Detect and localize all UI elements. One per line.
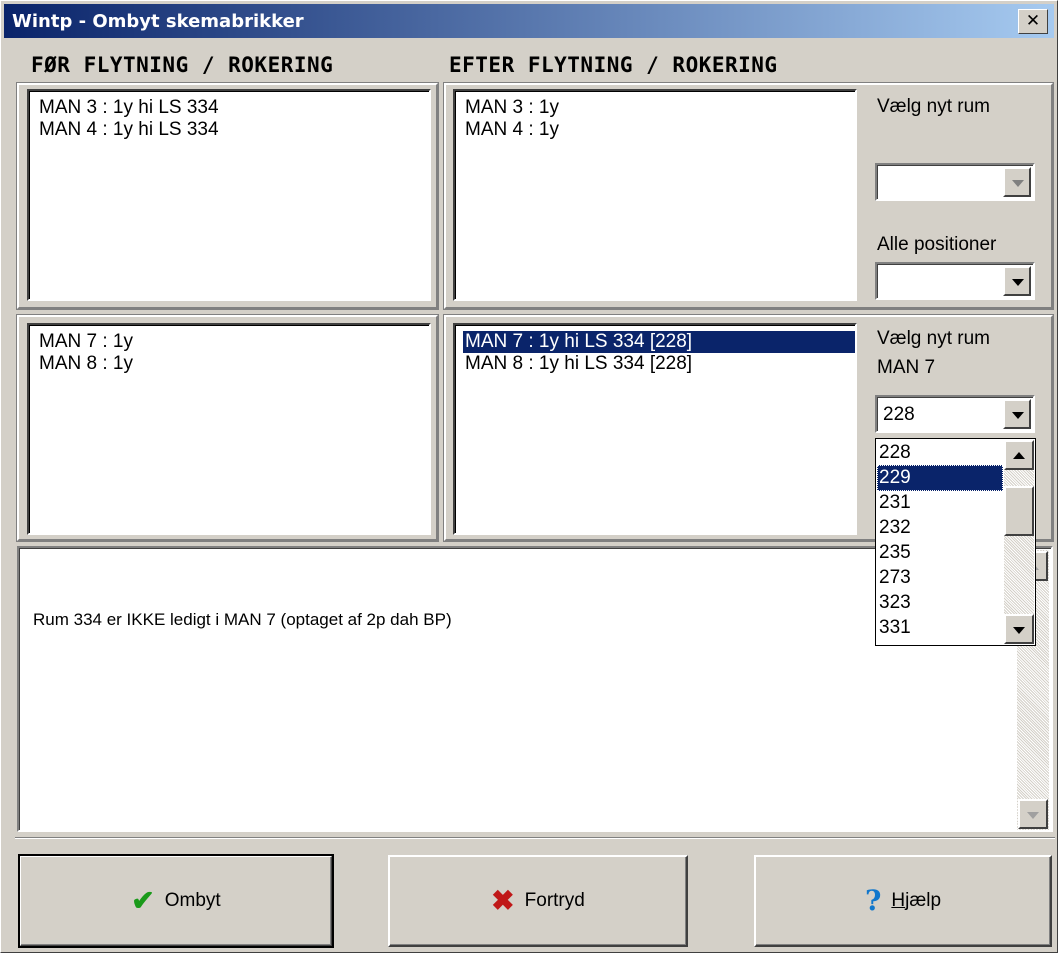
- list-item-selected[interactable]: MAN 7 : 1y hi LS 334 [228]: [463, 331, 855, 353]
- top-after-list[interactable]: MAN 3 : 1y MAN 4 : 1y: [453, 89, 857, 301]
- chevron-down-icon[interactable]: [1003, 399, 1031, 429]
- after-header: EFTER FLYTNING / ROKERING: [449, 53, 778, 77]
- choose-room-label-bottom: Vælg nyt rum: [877, 328, 990, 349]
- dropdown-option[interactable]: 273: [877, 565, 1003, 591]
- cancel-button-label: Fortryd: [524, 890, 585, 911]
- top-before-list[interactable]: MAN 3 : 1y hi LS 334 MAN 4 : 1y hi LS 33…: [27, 89, 431, 301]
- message-text: Rum 334 er IKKE ledigt i MAN 7 (optaget …: [33, 610, 452, 629]
- dropdown-option[interactable]: 232: [877, 515, 1003, 541]
- dropdown-option[interactable]: 323: [877, 590, 1003, 616]
- choose-room-label-top: Vælg nyt rum: [877, 96, 990, 117]
- list-item[interactable]: MAN 3 : 1y hi LS 334: [39, 97, 429, 119]
- dropdown-option[interactable]: 231: [877, 490, 1003, 516]
- cross-icon: ✖: [491, 885, 515, 916]
- chevron-down-icon[interactable]: [1003, 167, 1031, 197]
- dropdown-option[interactable]: 228: [877, 440, 1003, 466]
- dropdown-option[interactable]: 235: [877, 540, 1003, 566]
- positions-select[interactable]: [875, 262, 1035, 300]
- cancel-button[interactable]: ✖ Fortryd: [388, 855, 688, 947]
- help-button[interactable]: ? Hjælp: [754, 855, 1052, 947]
- divider: [15, 837, 1055, 839]
- day-label: MAN 7: [877, 357, 936, 378]
- room-select-bottom[interactable]: 228: [875, 395, 1035, 433]
- bottom-before-list[interactable]: MAN 7 : 1y MAN 8 : 1y: [27, 323, 431, 535]
- check-icon: ✔: [131, 885, 155, 916]
- scroll-thumb[interactable]: [1004, 486, 1034, 536]
- scroll-up-button[interactable]: [1004, 440, 1034, 470]
- scroll-down-button[interactable]: [1004, 614, 1034, 644]
- list-item[interactable]: MAN 4 : 1y hi LS 334: [39, 119, 429, 141]
- scroll-down-button[interactable]: [1018, 799, 1048, 829]
- title-bar[interactable]: Wintp - Ombyt skemabrikker ✕: [4, 4, 1054, 38]
- dialog-window: Wintp - Ombyt skemabrikker ✕ FØR FLYTNIN…: [0, 0, 1058, 953]
- chevron-down-icon[interactable]: [1003, 266, 1031, 296]
- dropdown-option[interactable]: 331: [877, 615, 1003, 641]
- list-item[interactable]: MAN 8 : 1y: [39, 353, 429, 375]
- list-item[interactable]: MAN 8 : 1y hi LS 334 [228]: [465, 353, 855, 375]
- dropdown-scrollbar[interactable]: [1004, 440, 1034, 644]
- all-positions-label: Alle positioner: [877, 234, 997, 255]
- help-icon: ?: [864, 884, 882, 917]
- before-header: FØR FLYTNING / ROKERING: [31, 53, 334, 77]
- list-item[interactable]: MAN 4 : 1y: [465, 119, 855, 141]
- window-title: Wintp - Ombyt skemabrikker: [12, 11, 304, 32]
- room-dropdown-list[interactable]: 228 229 231 232 235 273 323 331: [875, 438, 1036, 646]
- close-button[interactable]: ✕: [1018, 9, 1048, 34]
- swap-button-label: Ombyt: [164, 890, 221, 911]
- dropdown-option-highlighted[interactable]: 229: [877, 465, 1003, 491]
- swap-button[interactable]: ✔ Ombyt: [18, 854, 334, 948]
- list-item[interactable]: MAN 7 : 1y: [39, 331, 429, 353]
- close-icon: ✕: [1025, 11, 1041, 31]
- bottom-after-list[interactable]: MAN 7 : 1y hi LS 334 [228] MAN 8 : 1y hi…: [453, 323, 857, 535]
- list-item[interactable]: MAN 3 : 1y: [465, 97, 855, 119]
- help-button-label: Hjælp: [891, 890, 942, 911]
- room-select-value: 228: [883, 404, 915, 425]
- room-select-top[interactable]: [875, 163, 1035, 201]
